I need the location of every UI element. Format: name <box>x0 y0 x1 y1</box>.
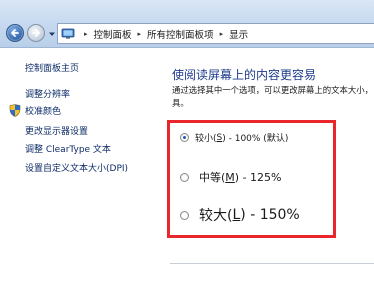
forward-arrow-icon <box>32 29 40 37</box>
option-medium[interactable]: 中等(M) - 125% <box>180 169 282 185</box>
breadcrumb-all-items[interactable]: 所有控制面板项 <box>146 27 215 41</box>
page-title: 使阅读屏幕上的内容更容易 <box>172 68 317 82</box>
sidebar: 控制面板主页 调整分辨率 校准颜色 更改显示器设置 调整 ClearType 文… <box>0 49 150 291</box>
option-larger-label-pre: 较大( <box>199 208 233 224</box>
radio-smaller[interactable] <box>180 133 189 142</box>
breadcrumb-separator: ▸ <box>84 29 88 38</box>
page-description: 通过选择其中一个选项，可以更改屏幕上的文本大小，具。 <box>172 85 373 108</box>
option-smaller-label-pre: 较小( <box>195 134 217 144</box>
option-larger-label-post: ) - 150% <box>240 207 300 223</box>
main-content: 使阅读屏幕上的内容更容易 通过选择其中一个选项，可以更改屏幕上的文本大小，具。 … <box>150 49 374 291</box>
navigation-bar: ▸ 控制面板 ▸ 所有控制面板项 ▸ 显示 <box>0 0 374 48</box>
history-dropdown-icon[interactable] <box>48 30 56 38</box>
forward-button[interactable] <box>27 24 45 42</box>
breadcrumb-display[interactable]: 显示 <box>228 27 249 41</box>
option-larger-accesskey: L <box>232 207 241 223</box>
option-smaller[interactable]: 较小(S) - 100% (默认) <box>180 131 288 144</box>
option-smaller-label-post: ) - 100% (默认) <box>222 134 289 144</box>
option-medium-accesskey: M <box>225 170 235 184</box>
shield-icon <box>9 104 21 117</box>
sidebar-item-adjust-cleartype[interactable]: 调整 ClearType 文本 <box>25 142 111 155</box>
sidebar-item-calibrate-color[interactable]: 校准颜色 <box>25 104 61 117</box>
sidebar-item-adjust-resolution[interactable]: 调整分辨率 <box>25 87 70 100</box>
option-medium-label-pre: 中等( <box>199 171 226 184</box>
breadcrumb-control-panel[interactable]: 控制面板 <box>93 27 133 41</box>
section-divider <box>170 263 374 264</box>
sidebar-item-change-display-settings[interactable]: 更改显示器设置 <box>25 124 88 137</box>
option-medium-label-post: ) - 125% <box>234 170 282 184</box>
back-button[interactable] <box>6 24 24 42</box>
back-arrow-icon <box>11 29 19 37</box>
sidebar-home-link[interactable]: 控制面板主页 <box>25 61 79 74</box>
radio-medium[interactable] <box>180 172 189 182</box>
option-larger[interactable]: 较大(L) - 150% <box>180 205 300 225</box>
radio-larger[interactable] <box>180 210 189 220</box>
address-bar[interactable]: ▸ 控制面板 ▸ 所有控制面板项 ▸ 显示 <box>57 23 374 44</box>
breadcrumb-separator: ▸ <box>137 29 142 38</box>
control-panel-icon <box>61 28 75 39</box>
sidebar-item-custom-text-size[interactable]: 设置自定义文本大小(DPI) <box>25 161 128 174</box>
breadcrumb-separator: ▸ <box>219 29 224 38</box>
